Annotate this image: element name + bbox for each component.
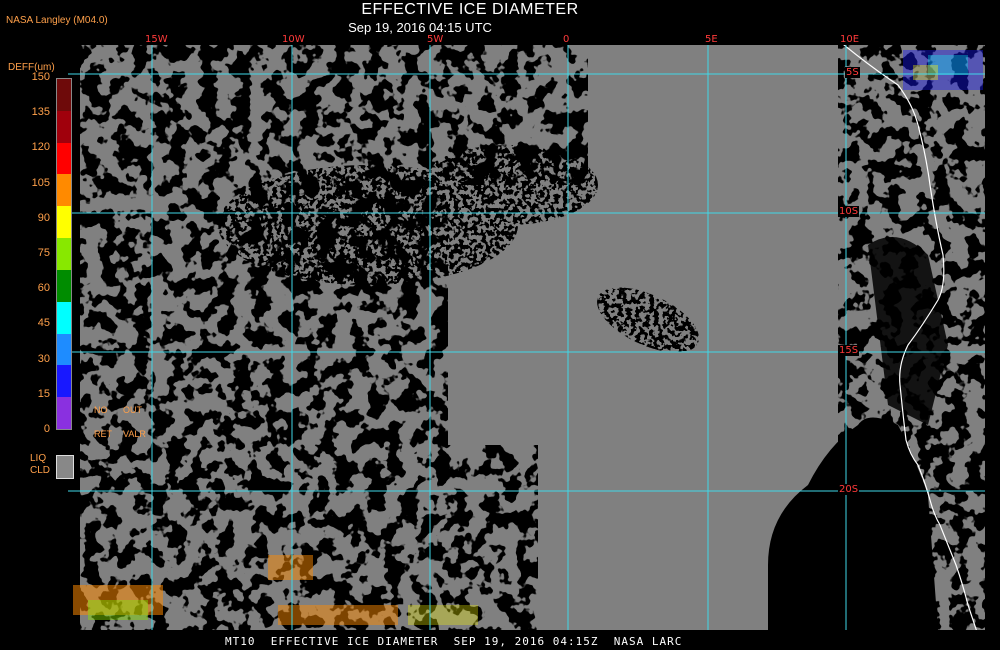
colorbar-swatch [57,301,71,335]
lon-label-5w: 5W [427,34,444,45]
colorbar-swatch [57,206,71,239]
liq-label: LIQ [30,453,47,464]
colorbar [56,78,72,430]
legend-tick: 90 [37,211,50,224]
flag-valr: VALR [123,429,146,439]
flag-ret: RET [94,429,112,439]
legend-tick: 120 [31,141,50,154]
legend-tick: 150 [31,71,50,83]
lat-label-5s: 5S [845,67,860,78]
colorbar-swatch [57,365,71,398]
lat-label-10s: 10S [838,206,860,217]
legend-tick: 75 [37,247,50,259]
liquid-cloud-swatch [56,455,74,479]
colorbar-swatch [57,174,71,207]
footer-caption: MT10 EFFECTIVE ICE DIAMETER SEP 19, 2016… [225,635,683,648]
colorbar-swatch [57,397,71,430]
legend-tick: 0 [43,423,50,435]
legend-tick: 15 [37,387,50,400]
colorbar-swatch [57,238,71,271]
lon-label-10w: 10W [282,34,305,45]
map-subtitle: Sep 19, 2016 04:15 UTC [348,20,492,35]
legend-tick: 45 [37,317,50,330]
colorbar-swatch [57,333,71,366]
legend-tick: 30 [37,352,50,365]
lon-label-10e: 10E [840,34,860,45]
cld-label: CLD [30,465,51,476]
cloud-map [68,45,985,630]
lat-label-20s: 20S [838,484,860,495]
colorbar-swatch [57,79,71,112]
flag-out: OUT [123,405,142,415]
colorbar-swatch [57,142,71,175]
map-title: EFFECTIVE ICE DIAMETER [361,1,579,18]
lon-label-15w: 15W [145,34,168,45]
lon-label-5e: 5E [705,34,718,45]
provider-label: NASA Langley (M04.0) [6,15,108,26]
legend-tick: 60 [37,282,50,295]
lon-label-0: 0 [563,34,570,45]
flag-no: NO [94,405,108,415]
colorbar-swatch [57,110,71,144]
satellite-map-view: { "title": "EFFECTIVE ICE DIAMETER", "su… [0,0,1000,650]
legend-tick: 135 [31,106,50,119]
colorbar-swatch [57,269,71,303]
legend-tick: 105 [31,176,50,189]
lat-label-15s: 15S [838,345,860,356]
